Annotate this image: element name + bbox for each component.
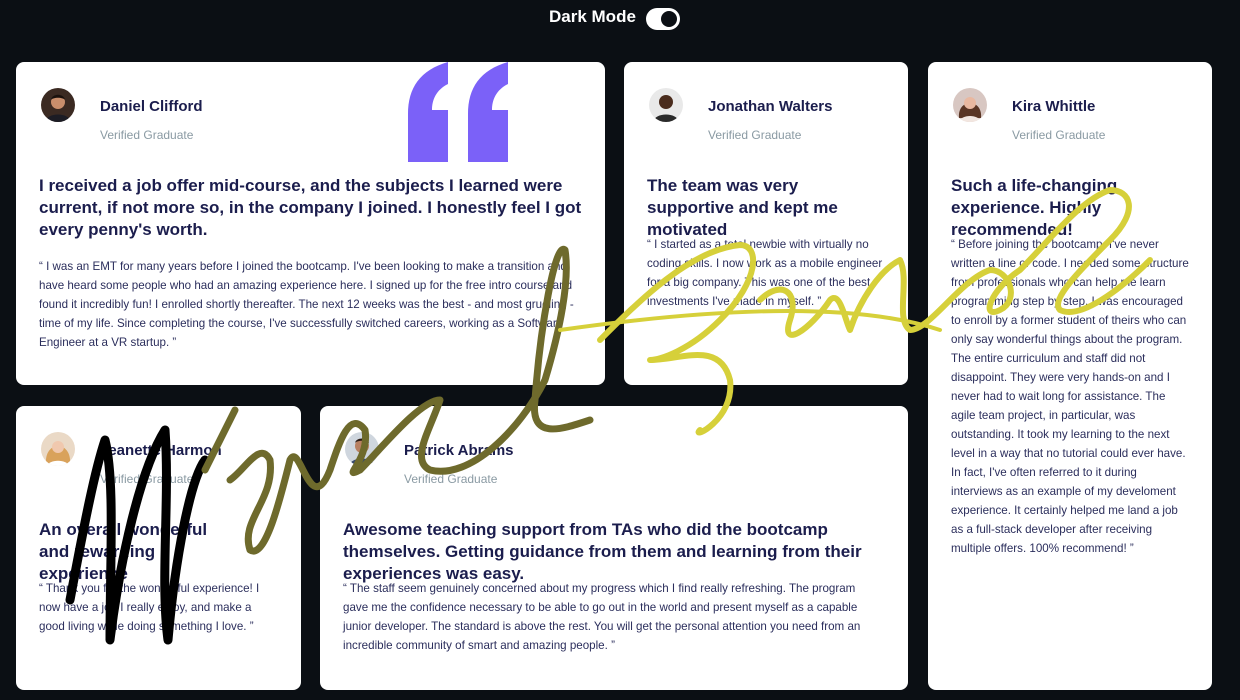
testimonial-card-jonathan: Jonathan Walters Verified Graduate The t…	[624, 62, 908, 385]
author-role: Verified Graduate	[404, 472, 498, 486]
avatar	[345, 432, 379, 466]
testimonial-body: “ The staff seem genuinely concerned abo…	[343, 582, 861, 652]
quote-icon	[408, 62, 508, 162]
avatar	[649, 88, 683, 122]
dark-mode-label: Dark Mode	[549, 7, 636, 26]
testimonial-body: “ Before joining the bootcamp, I've neve…	[951, 238, 1189, 555]
author-role: Verified Graduate	[100, 472, 194, 486]
author-role: Verified Graduate	[708, 128, 802, 142]
top-bar: Dark Mode	[0, 0, 1240, 40]
testimonial-headline: Awesome teaching support from TAs who di…	[343, 520, 862, 583]
testimonial-headline: An overall wonderful and rewarding exper…	[39, 520, 208, 583]
avatar	[41, 88, 75, 122]
toggle-knob	[661, 11, 677, 27]
author-name: Daniel Clifford	[100, 98, 203, 115]
avatar	[41, 432, 75, 466]
avatar	[953, 88, 987, 122]
author-role: Verified Graduate	[100, 128, 194, 142]
testimonial-body: “ Thank you for the wonderful experience…	[39, 582, 260, 633]
testimonial-body: “ I started as a total newbie with virtu…	[647, 238, 883, 308]
author-name: Jeanette Harmon	[100, 442, 222, 459]
testimonial-headline: I received a job offer mid-course, and t…	[39, 176, 582, 239]
testimonial-card-jeanette: Jeanette Harmon Verified Graduate An ove…	[16, 406, 301, 690]
testimonial-headline: Such a life-changing experience. Highly …	[951, 176, 1118, 239]
dark-mode-toggle[interactable]	[646, 8, 680, 30]
testimonial-headline: The team was very supportive and kept me…	[647, 176, 838, 239]
author-name: Jonathan Walters	[708, 98, 833, 115]
author-name: Kira Whittle	[1012, 98, 1096, 115]
testimonial-card-daniel: Daniel Clifford Verified Graduate I rece…	[16, 62, 605, 385]
author-role: Verified Graduate	[1012, 128, 1106, 142]
testimonial-card-kira: Kira Whittle Verified Graduate Such a li…	[928, 62, 1212, 690]
testimonial-card-patrick: Patrick Abrams Verified Graduate Awesome…	[320, 406, 908, 690]
testimonial-body: “ I was an EMT for many years before I j…	[39, 260, 574, 349]
author-name: Patrick Abrams	[404, 442, 514, 459]
